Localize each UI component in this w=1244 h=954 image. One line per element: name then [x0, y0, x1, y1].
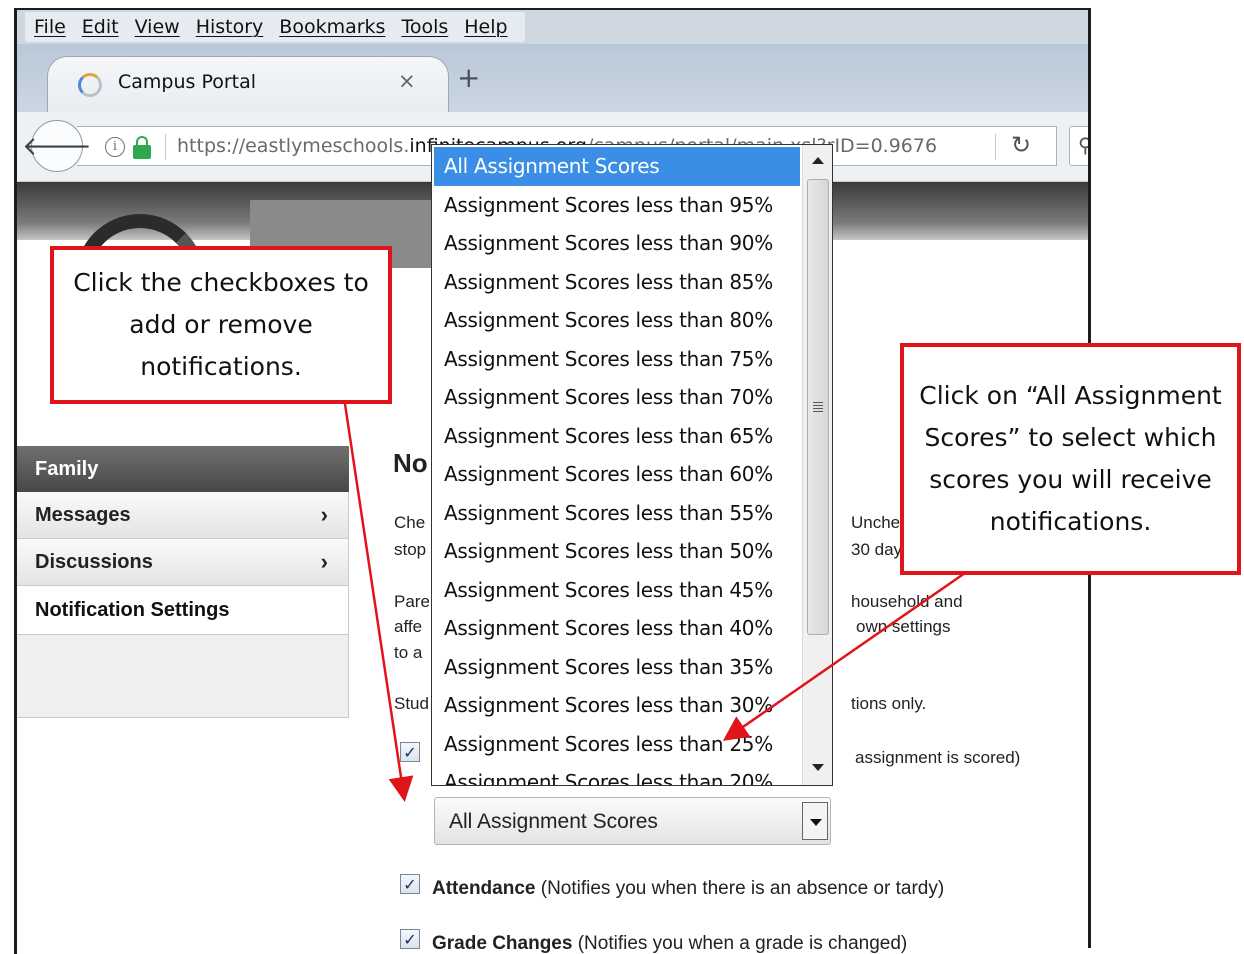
info-icon[interactable]: i: [105, 137, 125, 157]
dropdown-option[interactable]: Assignment Scores less than 90%: [432, 224, 802, 263]
sidebar-item-discussions[interactable]: Discussions ›: [17, 539, 349, 586]
sidebar-section-family: Family: [17, 446, 349, 492]
intro-text-left: Che: [394, 513, 426, 532]
search-box[interactable]: ⚲: [1069, 126, 1090, 166]
dropdown-arrow-icon[interactable]: [802, 802, 828, 840]
sidebar-item-notification-settings[interactable]: Notification Settings: [17, 586, 349, 634]
grade-changes-checkbox[interactable]: ✓: [400, 929, 420, 949]
sidebar-item-label: Messages: [35, 504, 131, 526]
page-title: No: [393, 448, 428, 478]
menu-view[interactable]: View: [130, 16, 191, 38]
parent-text-left-3: to a: [394, 643, 423, 662]
scroll-down-icon[interactable]: [812, 764, 824, 771]
attendance-option: Attendance (Notifies you when there is a…: [432, 878, 944, 900]
student-text-left: Stud: [394, 694, 429, 713]
loading-spinner-icon: [78, 73, 102, 97]
assignment-scores-checkbox[interactable]: ✓: [400, 742, 420, 762]
back-button[interactable]: 🡐: [22, 120, 92, 172]
dropdown-scrollbar[interactable]: [802, 145, 832, 785]
menu-history[interactable]: History: [191, 16, 275, 38]
tab-title: Campus Portal: [118, 71, 257, 93]
attendance-label: Attendance: [432, 878, 536, 899]
sidebar-blank-panel: [17, 634, 349, 718]
scrollbar-thumb[interactable]: [807, 179, 829, 635]
menu-bookmarks[interactable]: Bookmarks: [274, 16, 396, 38]
grade-changes-description: (Notifies you when a grade is changed): [577, 933, 908, 954]
lock-icon: [133, 136, 151, 159]
back-arrow-icon: 🡐: [22, 131, 92, 162]
menu-tools[interactable]: Tools: [396, 16, 459, 38]
dropdown-option[interactable]: Assignment Scores less than 70%: [432, 378, 802, 417]
menu-file[interactable]: File: [29, 16, 77, 38]
url-divider: [165, 134, 166, 160]
chevron-right-icon: ›: [320, 502, 328, 527]
callout-text: Click the checkboxes to add or remove no…: [73, 268, 369, 381]
chevron-right-icon: ›: [320, 549, 328, 574]
grade-changes-label: Grade Changes: [432, 933, 573, 954]
parent-text-left-2: affe: [394, 617, 423, 636]
dropdown-option[interactable]: Assignment Scores less than 25%: [432, 725, 802, 764]
dropdown-option[interactable]: Assignment Scores less than 75%: [432, 340, 802, 379]
reload-icon[interactable]: ↻: [1011, 131, 1031, 159]
select-value: All Assignment Scores: [449, 810, 658, 833]
dropdown-option[interactable]: Assignment Scores less than 35%: [432, 648, 802, 687]
assignment-scores-dropdown-list[interactable]: All Assignment Scores Assignment Scores l…: [431, 144, 833, 786]
dropdown-option[interactable]: Assignment Scores less than 40%: [432, 609, 802, 648]
scroll-up-icon[interactable]: [812, 157, 824, 164]
grade-changes-option: Grade Changes (Notifies you when a grade…: [432, 933, 907, 954]
close-tab-icon[interactable]: ×: [398, 69, 416, 93]
menu-bar: File Edit View History Bookmarks Tools H…: [17, 10, 1090, 44]
sidebar-item-messages[interactable]: Messages ›: [17, 492, 349, 539]
dropdown-option[interactable]: Assignment Scores less than 80%: [432, 301, 802, 340]
assignment-scores-select[interactable]: All Assignment Scores: [434, 797, 831, 845]
reload-divider: [995, 134, 996, 160]
sidebar: Family Messages › Discussions › Notifica…: [17, 446, 349, 718]
menu-help[interactable]: Help: [459, 16, 518, 38]
dropdown-option[interactable]: Assignment Scores less than 65%: [432, 417, 802, 456]
parent-text-right: household and: [851, 592, 963, 611]
parent-text-right-2: own settings: [856, 617, 951, 636]
attendance-checkbox[interactable]: ✓: [400, 874, 420, 894]
callout-all-assignment-scores: Click on “All Assignment Scores” to sele…: [900, 343, 1241, 575]
menu-edit[interactable]: Edit: [77, 16, 130, 38]
dropdown-option[interactable]: Assignment Scores less than 95%: [432, 186, 802, 225]
intro-text-left-2: stop: [394, 540, 427, 559]
callout-checkboxes: Click the checkboxes to add or remove no…: [50, 246, 392, 404]
dropdown-options: All Assignment Scores Assignment Scores l…: [432, 145, 802, 785]
dropdown-option[interactable]: Assignment Scores less than 55%: [432, 494, 802, 533]
tab-campus-portal[interactable]: Campus Portal ×: [47, 56, 449, 112]
new-tab-button[interactable]: +: [457, 64, 480, 92]
dropdown-option[interactable]: Assignment Scores less than 50%: [432, 532, 802, 571]
dropdown-option[interactable]: All Assignment Scores: [434, 147, 800, 186]
dropdown-option[interactable]: Assignment Scores less than 85%: [432, 263, 802, 302]
dropdown-option[interactable]: Assignment Scores less than 30%: [432, 686, 802, 725]
dropdown-option[interactable]: Assignment Scores less than 60%: [432, 455, 802, 494]
sidebar-item-label: Discussions: [35, 551, 153, 573]
callout-text: Click on “All Assignment Scores” to sele…: [919, 381, 1222, 536]
grip-icon: [813, 402, 823, 412]
student-text-right: tions only.: [851, 694, 927, 713]
tab-strip: Campus Portal × +: [17, 44, 1090, 112]
attendance-description: (Notifies you when there is an absence o…: [540, 878, 945, 899]
dropdown-option[interactable]: Assignment Scores less than 45%: [432, 571, 802, 610]
parent-text-left: Pare: [394, 592, 430, 611]
url-prefix: https://eastlymeschools.: [177, 135, 410, 157]
dropdown-option[interactable]: Assignment Scores less than 20%: [432, 763, 802, 785]
assignment-desc-text: assignment is scored): [855, 748, 1021, 767]
